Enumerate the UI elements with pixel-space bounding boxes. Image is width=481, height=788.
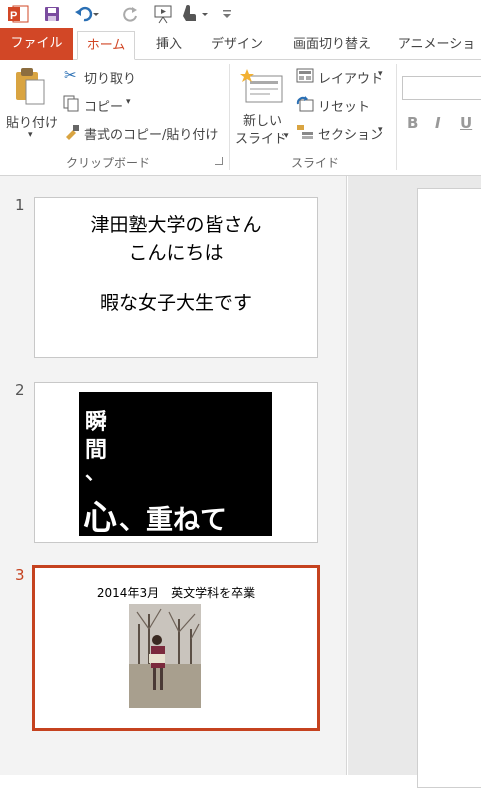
ribbon-separator [396,64,397,170]
clipboard-launcher-icon[interactable] [215,157,223,165]
slide-2-rest: 、重ねて [119,505,227,536]
slides-group-label: スライド [291,156,340,170]
section-icon [297,125,313,139]
svg-text:P: P [10,10,17,22]
slide-2-black-panel: 瞬 間 、 心 、重ねて [79,392,272,538]
tab-transitions[interactable]: 画面切り替え [280,31,384,60]
new-slide-button[interactable]: 新しい スライド ▾ [234,64,292,148]
slide-number: 1 [15,196,25,214]
copy-dropdown-icon: ▾ [126,97,131,107]
layout-label: レイアウト [318,72,384,87]
tab-file[interactable]: ファイル [0,28,73,60]
quick-access-toolbar: P [0,0,481,28]
scissors-icon: ✂ [64,66,77,84]
slide-1-line2: こんにちは [128,242,224,264]
paste-button[interactable]: 貼り付け ▾ [4,64,58,144]
cut-button[interactable]: ✂ 切り取り [62,66,152,88]
slide-number: 2 [15,381,25,399]
section-label: セクション [318,128,384,143]
copy-button[interactable]: コピー ▾ [62,94,152,116]
redo-icon[interactable] [120,4,140,24]
slide-thumbnail-1[interactable]: 津田塾大学の皆さん こんにちは 暇な女子大生です [34,197,318,358]
slide-number-selected: 3 [15,566,25,584]
bold-button[interactable]: B [407,114,418,132]
tab-insert[interactable]: 挿入 [142,31,196,60]
tab-animations[interactable]: アニメーション [392,31,481,80]
reset-label: リセット [318,100,371,115]
copy-label: コピー [84,100,124,115]
paste-dropdown-icon: ▾ [28,130,33,140]
slide-thumbnail-2[interactable]: 瞬 間 、 心 、重ねて [34,382,318,543]
save-icon[interactable] [42,4,62,24]
powerpoint-logo-icon: P [6,4,30,24]
slide-editor-area [348,176,481,788]
copy-icon [63,95,79,112]
slide-3-caption: 2014年3月 英文学科を卒業 [96,586,256,600]
layout-button[interactable]: レイアウト ▾ [296,66,388,88]
italic-button[interactable]: I [435,114,441,132]
font-name-box[interactable] [402,76,481,100]
slideshow-from-start-icon[interactable] [152,4,174,24]
format-painter-button[interactable]: 書式のコピー/貼り付け [62,122,222,144]
new-slide-dropdown-icon: ▾ [284,131,289,141]
underline-button[interactable]: U [460,114,472,132]
slide-thumbnail-3[interactable]: 2014年3月 英文学科を卒業 [32,565,320,731]
format-painter-icon [66,125,79,140]
customize-qat-icon[interactable] [220,4,234,24]
slide-2-big: 心 [83,498,117,538]
slide-3-photo [129,604,201,708]
ribbon-separator [229,64,230,170]
layout-icon [296,68,314,83]
undo-icon[interactable] [74,4,100,24]
slide-2-char3: 、 [85,460,105,484]
slide-thumbnail-panel[interactable]: 1 津田塾大学の皆さん こんにちは 暇な女子大生です 2 瞬 間 、 心 、重ね… [0,176,347,775]
clipboard-group-label: クリップボード [66,156,151,170]
tab-home[interactable]: ホーム [77,31,135,60]
touch-mode-icon[interactable] [180,4,214,24]
current-slide-canvas[interactable] [417,188,481,788]
tab-design[interactable]: デザイン [202,31,272,60]
ribbon-home: 貼り付け ▾ ✂ 切り取り コピー ▾ 書式のコピー/貼り付け クリップボード … [0,60,481,176]
reset-button[interactable]: リセット [296,94,388,116]
slide-1-line3: 暇な女子大生です [99,292,252,314]
cut-label: 切り取り [84,72,137,87]
ribbon-tabs: ファイル ホーム 挿入 デザイン 画面切り替え アニメーション [0,28,481,80]
new-slide-icon [240,69,283,103]
paste-label: 貼り付け [6,116,59,131]
section-dropdown-icon: ▾ [378,125,383,135]
section-button[interactable]: セクション ▾ [296,122,388,144]
reset-icon [296,96,314,112]
layout-dropdown-icon: ▾ [378,69,383,79]
new-slide-label-line2: スライド [235,132,288,147]
paste-icon [16,68,45,105]
new-slide-label-line1: 新しい [243,114,283,129]
slide-1-line1: 津田塾大学の皆さん [90,214,262,236]
format-painter-label: 書式のコピー/貼り付け [84,128,219,143]
